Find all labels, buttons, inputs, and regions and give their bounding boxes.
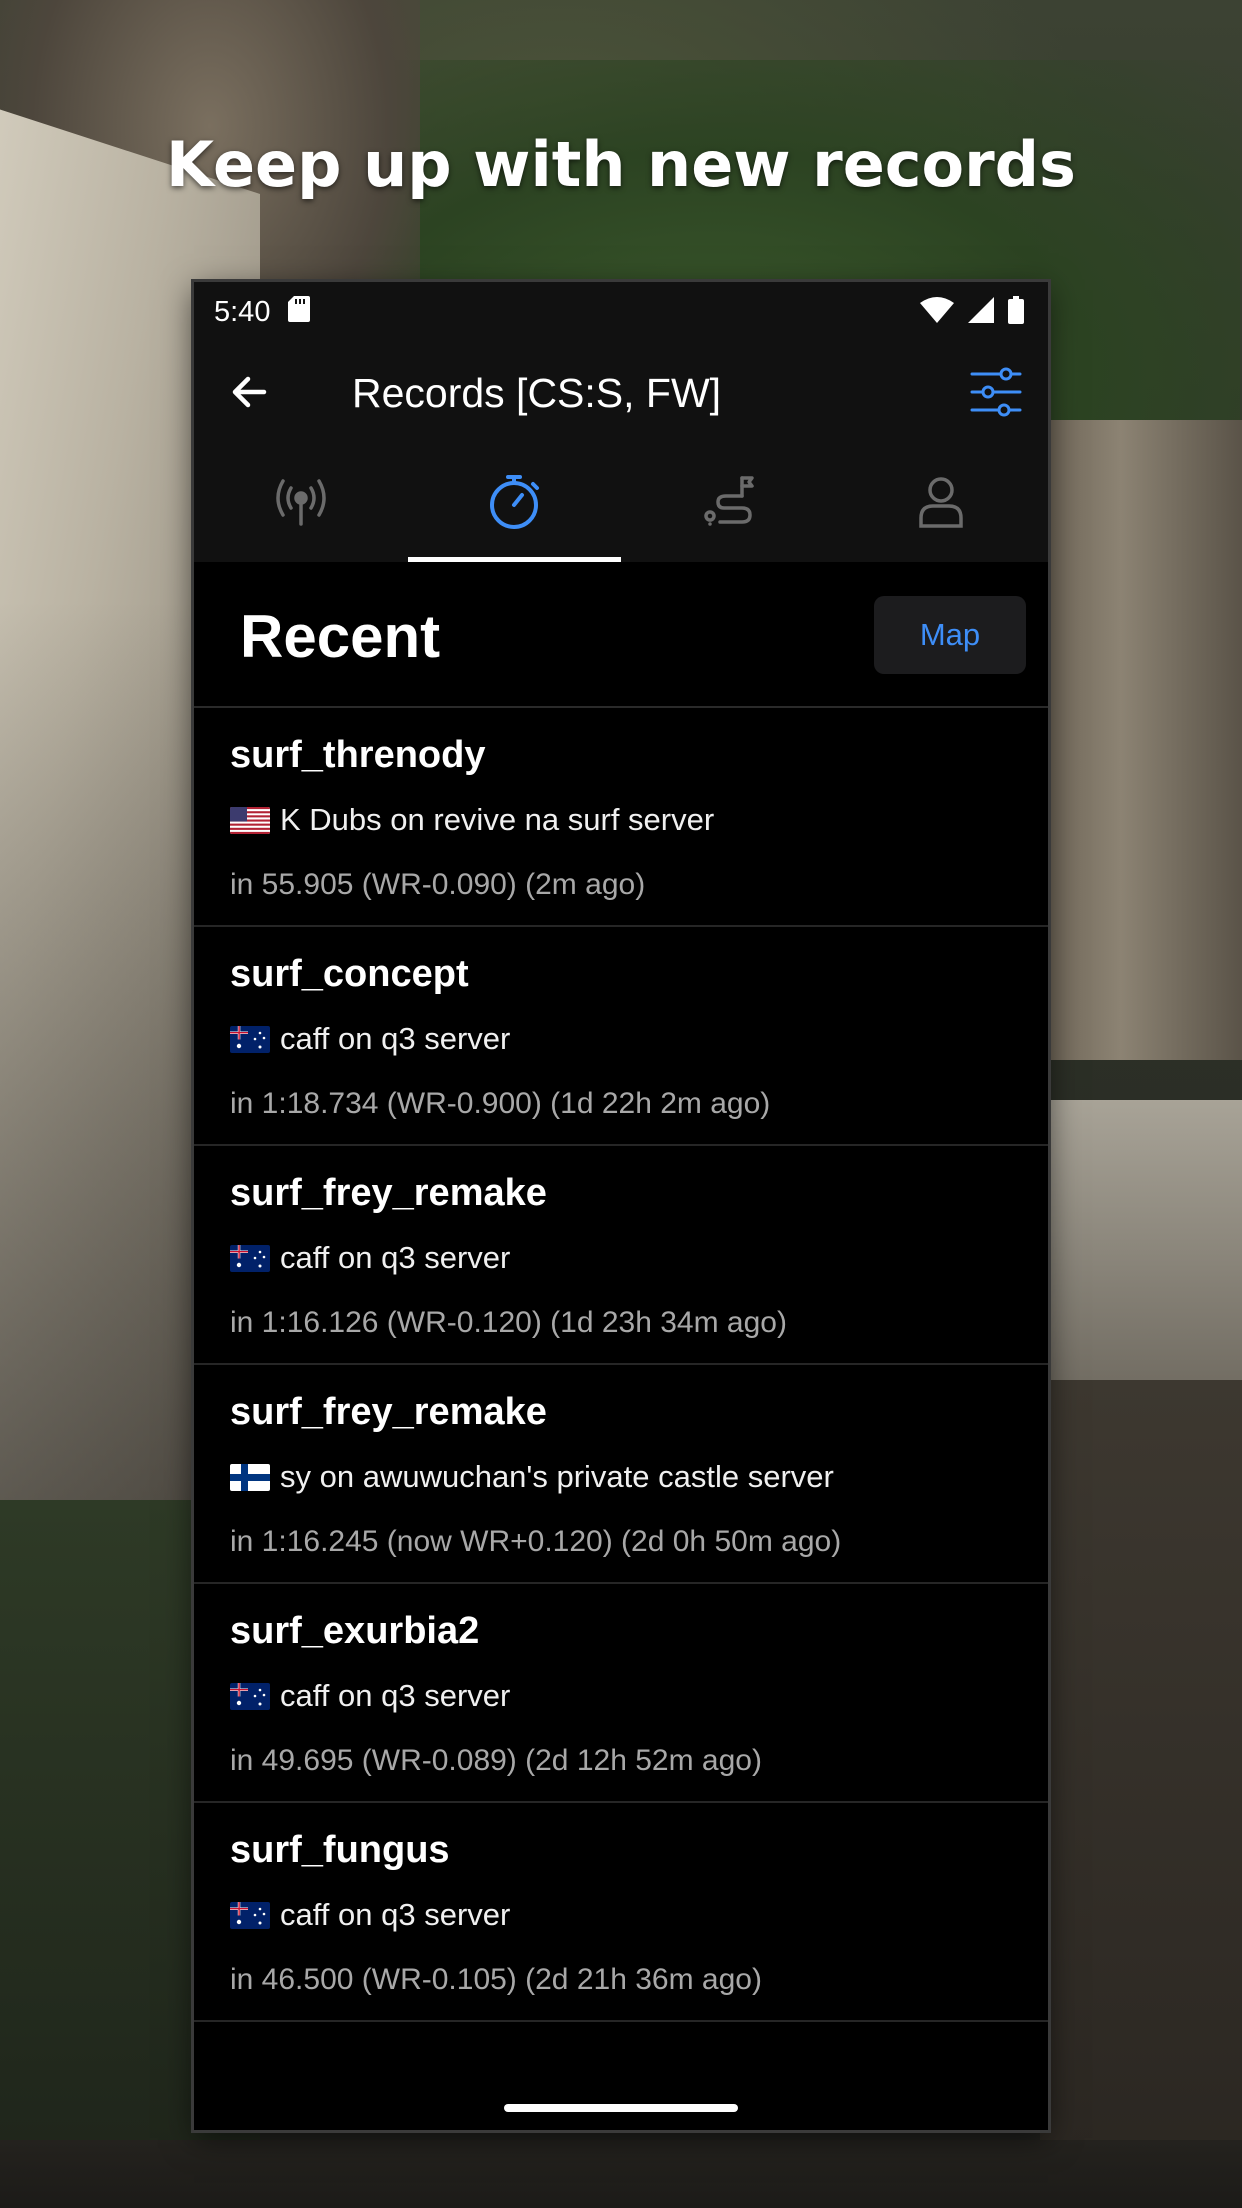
record-map-name: surf_exurbia2: [230, 1610, 480, 1652]
au-flag-icon: [230, 1025, 270, 1053]
back-arrow-icon[interactable]: [224, 366, 276, 418]
record-row[interactable]: surf_frey_remake caff on q3 server in 1:…: [194, 1146, 1048, 1365]
battery-icon: [1008, 296, 1024, 324]
record-time: in 55.905 (WR-0.090) (2m ago): [230, 868, 646, 901]
tab-bar: [194, 442, 1048, 562]
background-bottom: [0, 2140, 1242, 2208]
au-flag-icon: [230, 1244, 270, 1272]
record-time: in 1:18.734 (WR-0.900) (1d 22h 2m ago): [230, 1087, 771, 1120]
app-bar: Records [CS:S, FW]: [194, 342, 1048, 442]
record-player-text: sy on awuwuchan's private castle server: [280, 1459, 834, 1494]
section-title: Recent: [240, 603, 441, 670]
record-player: K Dubs on revive na surf server: [230, 802, 714, 838]
record-player-text: caff on q3 server: [280, 1897, 511, 1932]
record-time: in 46.500 (WR-0.105) (2d 21h 36m ago): [230, 1963, 762, 1996]
navigation-bar: [194, 2070, 1048, 2130]
fi-flag-icon: [230, 1463, 270, 1491]
record-time: in 49.695 (WR-0.089) (2d 12h 52m ago): [230, 1744, 762, 1777]
record-player: sy on awuwuchan's private castle server: [230, 1459, 834, 1495]
background-wall: [1040, 420, 1242, 1060]
background-floor: [1040, 1380, 1242, 2208]
record-map-name: surf_frey_remake: [230, 1391, 547, 1433]
us-flag-icon: [230, 806, 270, 834]
record-map-name: surf_fungus: [230, 1829, 450, 1871]
record-player: caff on q3 server: [230, 1240, 510, 1276]
records-list[interactable]: surf_threnody K Dubs on revive na surf s…: [194, 708, 1048, 2078]
record-map-name: surf_concept: [230, 953, 469, 995]
tab-profile[interactable]: [835, 442, 1049, 562]
cell-signal-icon: [968, 297, 994, 323]
sd-card-icon: [288, 296, 310, 322]
page-title: Records [CS:S, FW]: [352, 370, 722, 416]
status-time: 5:40: [214, 296, 271, 328]
record-player-text: caff on q3 server: [280, 1240, 511, 1275]
status-indicators: [920, 296, 1024, 324]
record-player: caff on q3 server: [230, 1897, 510, 1933]
record-row[interactable]: surf_concept caff on q3 server in 1:18.7…: [194, 927, 1048, 1146]
record-row[interactable]: surf_frey_remake sy on awuwuchan's priva…: [194, 1365, 1048, 1584]
person-icon: [919, 477, 963, 528]
record-row[interactable]: surf_fungus caff on q3 server in 46.500 …: [194, 1803, 1048, 2022]
background-shadow: [0, 600, 200, 1500]
tab-maps[interactable]: [621, 442, 835, 562]
tab-servers[interactable]: [194, 442, 408, 562]
au-flag-icon: [230, 1682, 270, 1710]
stopwatch-icon: [490, 475, 540, 529]
map-button[interactable]: Map: [874, 596, 1026, 674]
record-time: in 1:16.245 (now WR+0.120) (2d 0h 50m ag…: [230, 1525, 842, 1558]
record-row[interactable]: surf_threnody K Dubs on revive na surf s…: [194, 708, 1048, 927]
record-player-text: K Dubs on revive na surf server: [280, 802, 715, 837]
record-map-name: surf_threnody: [230, 734, 486, 776]
record-time: in 1:16.126 (WR-0.120) (1d 23h 34m ago): [230, 1306, 787, 1339]
background-ledge: [1040, 1100, 1242, 1400]
route-icon: [704, 476, 754, 526]
section-header: Recent Map: [194, 562, 1048, 708]
phone-screen: 5:40 Records [CS:S, FW] Recent Map surf_…: [194, 282, 1048, 2130]
au-flag-icon: [230, 1901, 270, 1929]
record-map-name: surf_frey_remake: [230, 1172, 547, 1214]
record-player-text: caff on q3 server: [280, 1021, 511, 1056]
tab-records[interactable]: [407, 442, 621, 562]
status-bar: 5:40: [194, 282, 1048, 342]
promo-headline: Keep up with new records: [166, 128, 1076, 201]
filter-sliders-icon[interactable]: [966, 362, 1026, 422]
record-player: caff on q3 server: [230, 1678, 510, 1714]
broadcast-icon: [276, 479, 326, 526]
home-indicator[interactable]: [504, 2104, 738, 2112]
record-player: caff on q3 server: [230, 1021, 510, 1057]
wifi-icon: [920, 297, 954, 323]
record-row[interactable]: surf_exurbia2 caff on q3 server in 49.69…: [194, 1584, 1048, 1803]
record-player-text: caff on q3 server: [280, 1678, 511, 1713]
